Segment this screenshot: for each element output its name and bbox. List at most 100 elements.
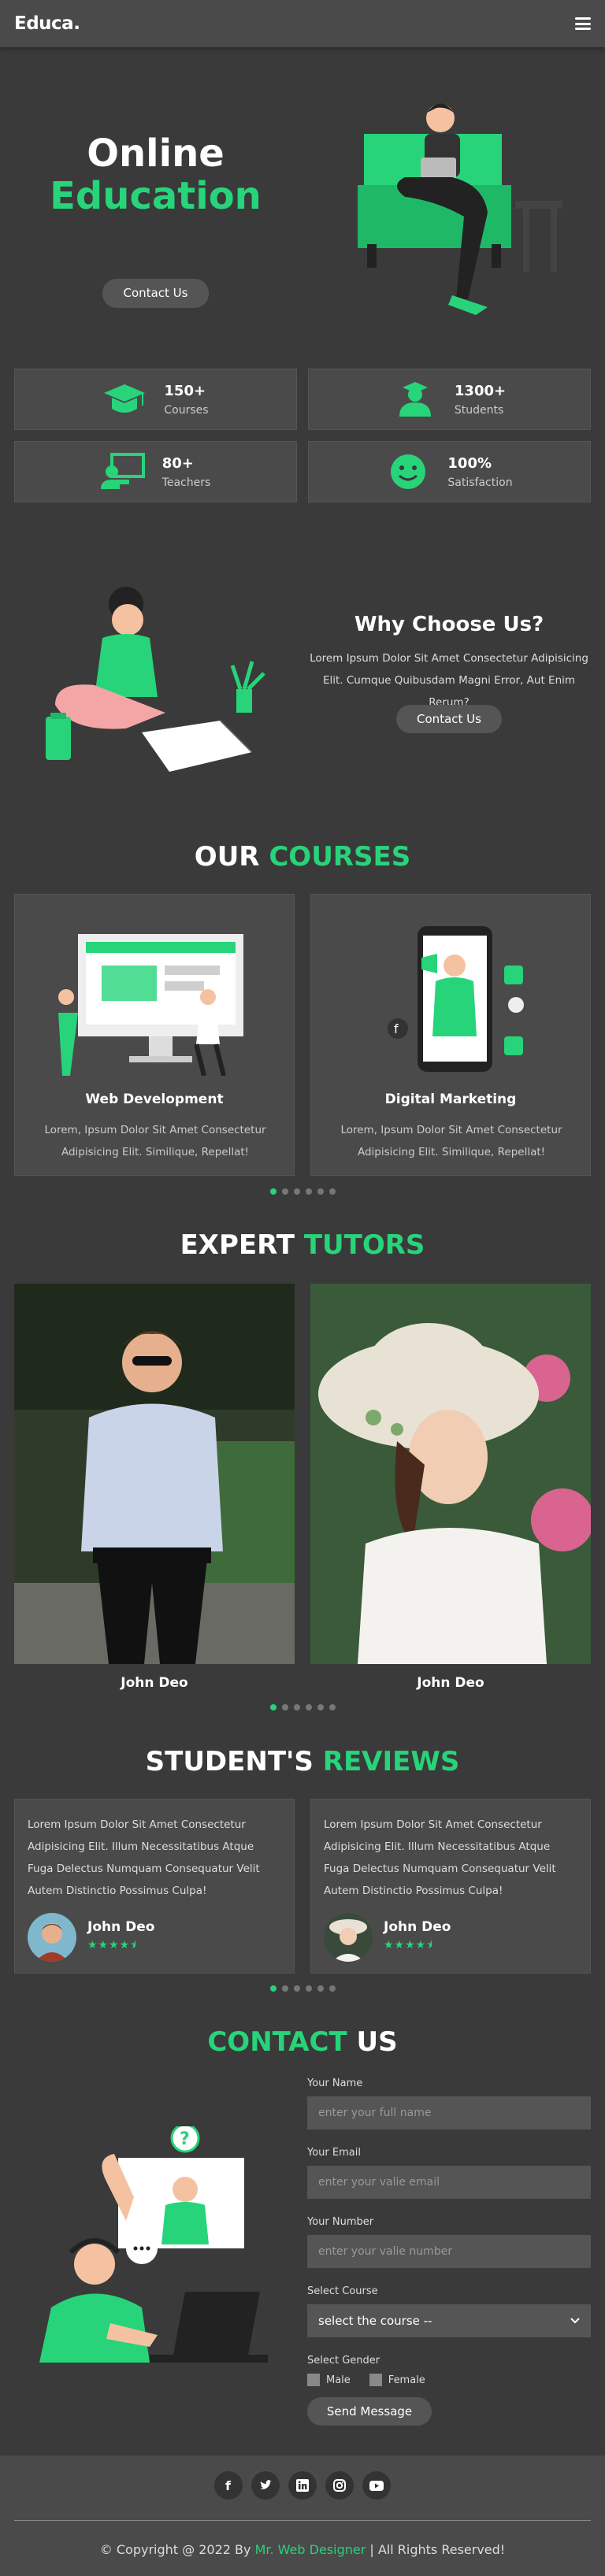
pagination-dot[interactable]	[293, 1985, 300, 1992]
digital-marketing-illustration: f	[388, 926, 524, 1072]
review-card[interactable]: Lorem Ipsum Dolor Sit Amet Consectetur A…	[310, 1799, 591, 1974]
reviews-pagination	[0, 1985, 605, 1992]
pagination-dot[interactable]	[281, 1985, 288, 1992]
tutors-title-b: TUTORS	[303, 1229, 425, 1261]
course-select-label: Select Course	[307, 2285, 378, 2297]
stat-label: Courses	[164, 403, 209, 417]
copyright-prefix: © Copyright @ 2022 By	[99, 2542, 251, 2557]
graduation-cap-icon	[104, 384, 146, 413]
tutor-photo	[14, 1284, 295, 1664]
pagination-dot[interactable]	[269, 1704, 277, 1711]
pagination-dot[interactable]	[317, 1188, 324, 1195]
course-select[interactable]: select the course --	[307, 2304, 591, 2337]
name-input[interactable]	[307, 2096, 591, 2129]
course-name: Digital Marketing	[384, 1092, 517, 1107]
pagination-dot[interactable]	[281, 1704, 288, 1711]
pagination-dot[interactable]	[269, 1188, 277, 1195]
site-footer: f © Copyright @ 2022 By Mr. Web Designer…	[0, 2456, 605, 2576]
course-name: Web Development	[85, 1092, 224, 1107]
copyright: © Copyright @ 2022 By Mr. Web Designer |…	[0, 2542, 605, 2557]
avatar	[324, 1913, 373, 1962]
pagination-dot[interactable]	[317, 1704, 324, 1711]
pagination-dot[interactable]	[305, 1985, 312, 1992]
pagination-dot[interactable]	[281, 1188, 288, 1195]
course-card[interactable]: f Digital Marketing Lorem, Ipsum Dolor S…	[310, 894, 591, 1176]
pagination-dot[interactable]	[328, 1188, 336, 1195]
teacher-icon	[100, 453, 145, 489]
stat-courses: 150+ Courses	[14, 369, 297, 430]
stat-number: 100%	[447, 454, 492, 472]
facebook-icon[interactable]: f	[214, 2471, 243, 2500]
pagination-dot[interactable]	[328, 1985, 336, 1992]
logo[interactable]: Educa.	[14, 13, 80, 34]
reviews-title-b: REVIEWS	[322, 1746, 460, 1777]
reviewer-name: John Deo	[87, 1919, 155, 1935]
pagination-dot[interactable]	[293, 1188, 300, 1195]
hero-title-line1: Online	[87, 132, 225, 176]
stat-label: Teachers	[161, 476, 211, 489]
svg-text:f: f	[225, 2479, 232, 2492]
stat-number: 80+	[161, 454, 194, 472]
reviewer: John Deo ★★★★⯨	[324, 1913, 451, 1962]
course-desc: Lorem, Ipsum Dolor Sit Amet Consectetur …	[340, 1124, 562, 1158]
name-label: Your Name	[307, 2077, 363, 2089]
star-rating: ★★★★⯨	[384, 1939, 433, 1951]
course-card[interactable]: Web Development Lorem, Ipsum Dolor Sit A…	[14, 894, 295, 1176]
tutors-title: EXPERT TUTORS	[0, 1229, 605, 1261]
female-label: Female	[388, 2374, 425, 2386]
twitter-icon[interactable]	[251, 2471, 280, 2500]
why-contact-button[interactable]: Contact Us	[396, 705, 502, 733]
email-input[interactable]	[307, 2166, 591, 2199]
social-links: f	[0, 2471, 605, 2500]
pagination-dot[interactable]	[317, 1985, 324, 1992]
gender-label: Select Gender	[307, 2355, 380, 2367]
gender-female-option[interactable]: Female	[369, 2374, 425, 2386]
youtube-icon[interactable]	[362, 2471, 391, 2500]
review-text: Lorem Ipsum Dolor Sit Amet Consectetur A…	[28, 1818, 260, 1897]
pagination-dot[interactable]	[305, 1188, 312, 1195]
linkedin-icon[interactable]	[288, 2471, 317, 2500]
send-message-button[interactable]: Send Message	[307, 2397, 432, 2426]
designer-link[interactable]: Mr. Web Designer	[255, 2542, 366, 2557]
tutors-carousel: John Deo John Deo	[14, 1284, 591, 1691]
tutors-pagination	[0, 1704, 605, 1711]
hero-title-line2: Education	[50, 174, 262, 218]
tutor-card[interactable]: John Deo	[310, 1284, 591, 1691]
review-card[interactable]: Lorem Ipsum Dolor Sit Amet Consectetur A…	[14, 1799, 295, 1974]
gender-male-option[interactable]: Male	[307, 2374, 351, 2386]
instagram-icon[interactable]	[325, 2471, 354, 2500]
tutors-title-a: EXPERT	[180, 1229, 295, 1261]
stats-grid: 150+ Courses 1300+ Students 80+ Teachers 10…	[14, 369, 591, 502]
female-checkbox[interactable]	[369, 2374, 382, 2386]
number-label: Your Number	[307, 2216, 374, 2228]
smile-icon	[391, 454, 426, 489]
avatar	[28, 1913, 76, 1962]
pagination-dot[interactable]	[328, 1704, 336, 1711]
contact-form: Your Name Your Email Your Number Select …	[307, 2077, 591, 2426]
copyright-suffix: | All Rights Reserved!	[369, 2542, 506, 2557]
pagination-dot[interactable]	[305, 1704, 312, 1711]
course-select-value: select the course --	[318, 2314, 432, 2328]
hero-contact-button[interactable]: Contact Us	[102, 279, 209, 308]
courses-carousel: Web Development Lorem, Ipsum Dolor Sit A…	[14, 894, 591, 1176]
stat-number: 1300+	[454, 382, 507, 399]
hero-illustration	[358, 103, 562, 315]
pagination-dot[interactable]	[293, 1704, 300, 1711]
gender-options: Male Female	[307, 2374, 591, 2386]
tutor-name: John Deo	[121, 1675, 188, 1691]
chevron-down-icon	[570, 2318, 580, 2324]
stat-teachers: 80+ Teachers	[14, 441, 297, 502]
pagination-dot[interactable]	[269, 1985, 277, 1992]
courses-title: OUR COURSES	[0, 841, 605, 873]
tutor-card[interactable]: John Deo	[14, 1284, 295, 1691]
reviews-title: STUDENT'S REVIEWS	[0, 1746, 605, 1777]
male-checkbox[interactable]	[307, 2374, 320, 2386]
hamburger-icon[interactable]	[575, 17, 591, 30]
svg-text:f: f	[394, 1021, 399, 1036]
why-text: Lorem Ipsum Dolor Sit Amet Consectetur A…	[310, 652, 588, 709]
tutor-photo	[310, 1284, 591, 1664]
courses-title-a: OUR	[194, 841, 260, 873]
stat-students: 1300+ Students	[308, 369, 591, 430]
number-input[interactable]	[307, 2235, 591, 2268]
reviews-title-a: STUDENT'S	[145, 1746, 314, 1777]
